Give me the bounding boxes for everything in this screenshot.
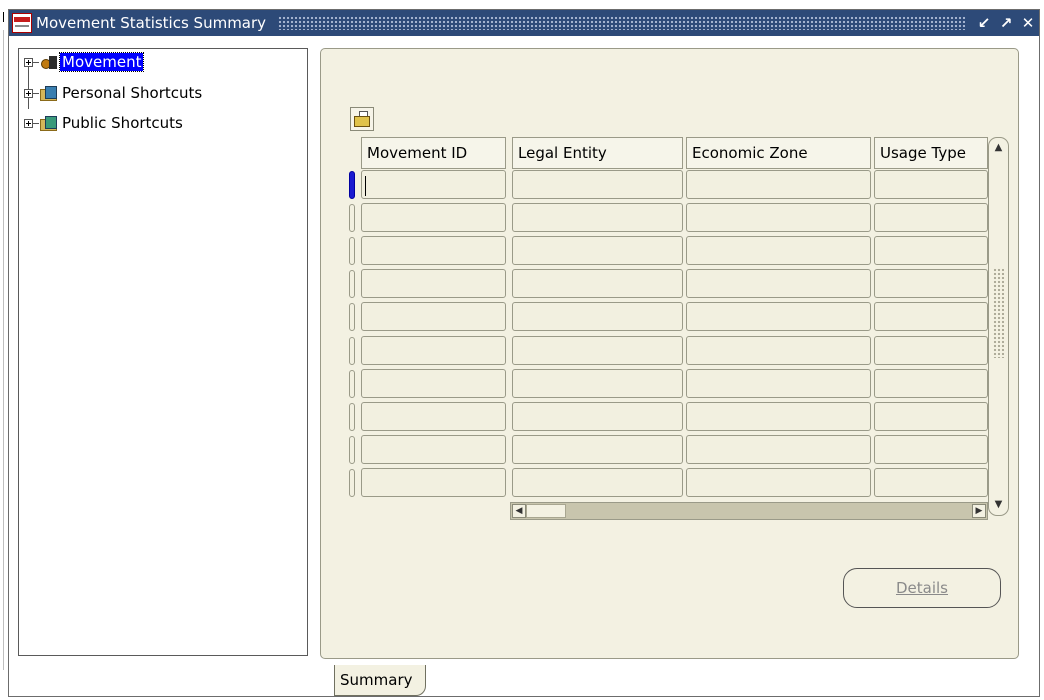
maximize-button[interactable]: ↗ <box>995 14 1017 32</box>
grid-cell-legal-entity[interactable] <box>512 269 683 298</box>
grid-cell-legal-entity[interactable] <box>512 468 683 497</box>
grid-cell-economic-zone[interactable] <box>686 269 871 298</box>
grid-cell-movement-id[interactable] <box>361 468 506 497</box>
expand-icon[interactable] <box>24 57 33 67</box>
tree-item-movement[interactable]: Movement <box>24 51 145 73</box>
expand-icon[interactable] <box>24 118 33 128</box>
navigator-tree-panel: Movement Personal Shortcuts Public Short… <box>18 48 308 656</box>
row-indicator[interactable] <box>349 237 355 265</box>
grid-cell-movement-id[interactable] <box>361 269 506 298</box>
grid-cell-usage-type[interactable] <box>874 170 988 199</box>
tree-item-label[interactable]: Movement <box>58 52 145 72</box>
grid-cell-usage-type[interactable] <box>874 269 988 298</box>
grid-cell-movement-id[interactable] <box>361 435 506 464</box>
scroll-right-button[interactable]: ▶ <box>972 504 986 518</box>
grid-cell-economic-zone[interactable] <box>686 369 871 398</box>
horizontal-scroll-thumb[interactable] <box>526 504 566 518</box>
grid-cell-economic-zone[interactable] <box>686 170 871 199</box>
tree-item-label[interactable]: Public Shortcuts <box>60 114 185 132</box>
grid-cell-economic-zone[interactable] <box>686 402 871 431</box>
grid-cell-movement-id[interactable] <box>361 369 506 398</box>
grid-cell-economic-zone[interactable] <box>686 435 871 464</box>
column-header-usage-type[interactable]: Usage Type <box>874 137 988 169</box>
row-indicator[interactable] <box>349 436 355 464</box>
grid-cell-legal-entity[interactable] <box>512 435 683 464</box>
grid-cell-usage-type[interactable] <box>874 236 988 265</box>
scroll-up-button[interactable]: ▲ <box>989 139 1008 157</box>
movement-icon <box>40 53 58 71</box>
grid-cell-movement-id[interactable] <box>361 302 506 331</box>
title-bar[interactable]: Movement Statistics Summary ↙ ↗ ✕ <box>9 10 1039 36</box>
row-indicator[interactable] <box>349 370 355 398</box>
grid-cell-legal-entity[interactable] <box>512 369 683 398</box>
grid-cell-legal-entity[interactable] <box>512 302 683 331</box>
text-cursor <box>365 176 366 196</box>
grid-cell-movement-id[interactable] <box>361 203 506 232</box>
row-indicator[interactable] <box>349 270 355 298</box>
title-bar-drag-region[interactable] <box>278 16 965 30</box>
grid-cell-economic-zone[interactable] <box>686 468 871 497</box>
grid-cell-movement-id[interactable] <box>361 170 506 199</box>
horizontal-scrollbar[interactable]: ◀ ▶ <box>510 502 988 520</box>
personal-shortcuts-folder-icon <box>40 84 58 102</box>
oracle-logo-icon <box>12 13 32 33</box>
grid-cell-economic-zone[interactable] <box>686 236 871 265</box>
close-button[interactable]: ✕ <box>1017 14 1039 32</box>
grid-cell-legal-entity[interactable] <box>512 203 683 232</box>
column-header-economic-zone[interactable]: Economic Zone <box>686 137 871 169</box>
grid-cell-usage-type[interactable] <box>874 203 988 232</box>
row-indicator[interactable] <box>349 337 355 365</box>
grid-cell-usage-type[interactable] <box>874 402 988 431</box>
details-button[interactable]: Details <box>843 568 1001 608</box>
tree-connector <box>33 61 39 63</box>
grid-cell-legal-entity[interactable] <box>512 170 683 199</box>
tab-summary[interactable]: Summary <box>334 665 426 696</box>
row-indicator[interactable] <box>349 403 355 431</box>
tree-connector <box>33 92 39 94</box>
row-indicator[interactable] <box>349 469 355 497</box>
open-folder-button[interactable] <box>350 107 374 131</box>
grid-cell-economic-zone[interactable] <box>686 203 871 232</box>
vertical-scroll-thumb[interactable] <box>993 268 1004 358</box>
minimize-button[interactable]: ↙ <box>973 14 995 32</box>
scroll-down-button[interactable]: ▼ <box>989 496 1008 514</box>
grid-cell-legal-entity[interactable] <box>512 336 683 365</box>
window-title: Movement Statistics Summary <box>36 14 267 32</box>
row-indicator[interactable] <box>349 204 355 232</box>
public-shortcuts-folder-icon <box>40 114 58 132</box>
column-header-movement-id[interactable]: Movement ID <box>361 137 506 169</box>
row-indicator[interactable] <box>349 303 355 331</box>
expand-icon[interactable] <box>24 88 33 98</box>
open-folder-icon <box>354 116 370 127</box>
grid-cell-usage-type[interactable] <box>874 302 988 331</box>
tree-connector <box>33 122 39 124</box>
grid-cell-legal-entity[interactable] <box>512 402 683 431</box>
frame-edge-line <box>3 30 4 670</box>
grid-cell-usage-type[interactable] <box>874 468 988 497</box>
scroll-left-button[interactable]: ◀ <box>512 504 526 518</box>
grid-cell-economic-zone[interactable] <box>686 336 871 365</box>
grid-cell-movement-id[interactable] <box>361 236 506 265</box>
grid-cell-economic-zone[interactable] <box>686 302 871 331</box>
grid-cell-movement-id[interactable] <box>361 336 506 365</box>
row-indicator[interactable] <box>349 171 355 199</box>
tree-item-label[interactable]: Personal Shortcuts <box>60 84 204 102</box>
tree-item-personal-shortcuts[interactable]: Personal Shortcuts <box>24 82 204 104</box>
grid-cell-movement-id[interactable] <box>361 402 506 431</box>
grid-cell-legal-entity[interactable] <box>512 236 683 265</box>
column-header-legal-entity[interactable]: Legal Entity <box>512 137 683 169</box>
grid-cell-usage-type[interactable] <box>874 369 988 398</box>
vertical-scrollbar[interactable]: ▲ ▼ <box>988 137 1009 516</box>
tree-item-public-shortcuts[interactable]: Public Shortcuts <box>24 112 185 134</box>
grid-cell-usage-type[interactable] <box>874 336 988 365</box>
grid-cell-usage-type[interactable] <box>874 435 988 464</box>
frame-edge-mark <box>3 12 4 22</box>
